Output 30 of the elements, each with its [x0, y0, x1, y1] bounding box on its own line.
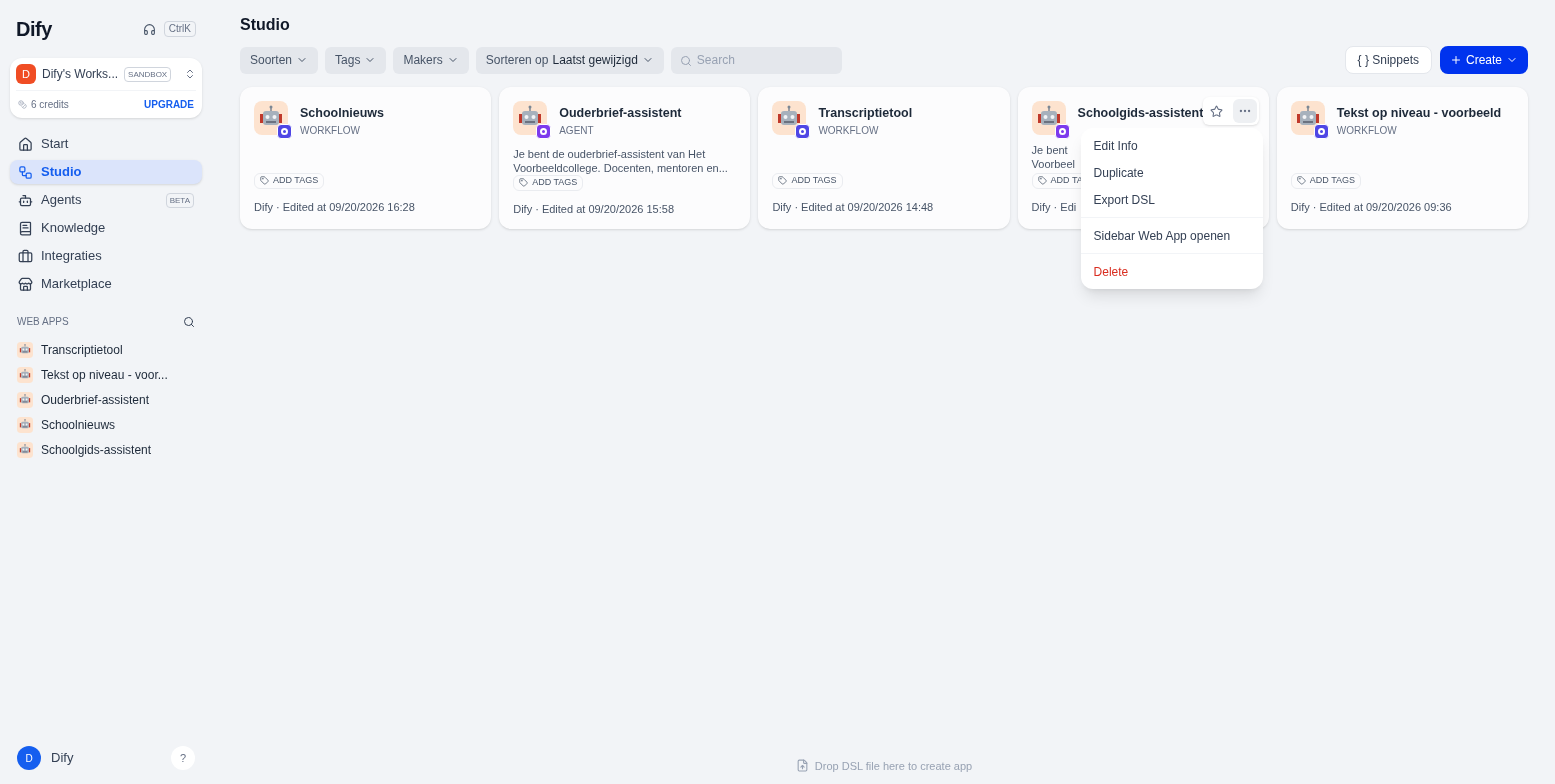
- app-type: WORKFLOW: [300, 124, 360, 138]
- app-type: WORKFLOW: [1336, 124, 1397, 138]
- app-meta: Dify · Edited at 09/20/2026 15:58: [513, 201, 675, 217]
- workspace-avatar: D: [16, 64, 36, 84]
- user-avatar: D: [17, 746, 41, 770]
- app-name: Ouderbrief-assistent: [559, 105, 682, 122]
- app-name: Tekst op niveau - voorbeeld: [1336, 105, 1502, 122]
- shortcut-key: CtrlK: [163, 21, 196, 37]
- app-type: WORKFLOW: [818, 124, 879, 138]
- app-description: Voorbeel: [1031, 157, 1076, 171]
- app-description: Je bent: [1031, 143, 1068, 157]
- app-description: Voorbeeldcollege. Docenten, mentoren en...: [513, 161, 728, 175]
- app-meta: Dify · Edi: [1031, 199, 1077, 215]
- beta-badge: BETA: [165, 192, 194, 208]
- app-description: Je bent de ouderbrief-assistent van Het: [513, 147, 706, 161]
- page-title: Studio: [240, 15, 290, 35]
- app-meta: Dify · Edited at 09/20/2026 14:48: [772, 199, 934, 215]
- app-meta: Dify · Edited at 09/20/2026 16:28: [254, 199, 415, 215]
- user-name: Dify: [51, 749, 74, 768]
- app-type: AGENT: [559, 124, 594, 138]
- app-meta: Dify · Edited at 09/20/2026 09:36: [1290, 199, 1452, 215]
- app-name: Schoolnieuws: [300, 105, 385, 122]
- app-name: Transcriptietool: [818, 105, 913, 122]
- workspace-name: Dify's Works...: [42, 66, 119, 83]
- credits-text: 6 credits: [31, 98, 69, 112]
- drop-hint: Drop DSL file here to create app: [814, 758, 973, 774]
- logo: Dify: [16, 17, 52, 42]
- section-title: WEB APPS: [17, 315, 69, 329]
- plan-badge: SANDBOX: [124, 66, 172, 82]
- app-name: Schoolgids-assistent: [1077, 105, 1204, 122]
